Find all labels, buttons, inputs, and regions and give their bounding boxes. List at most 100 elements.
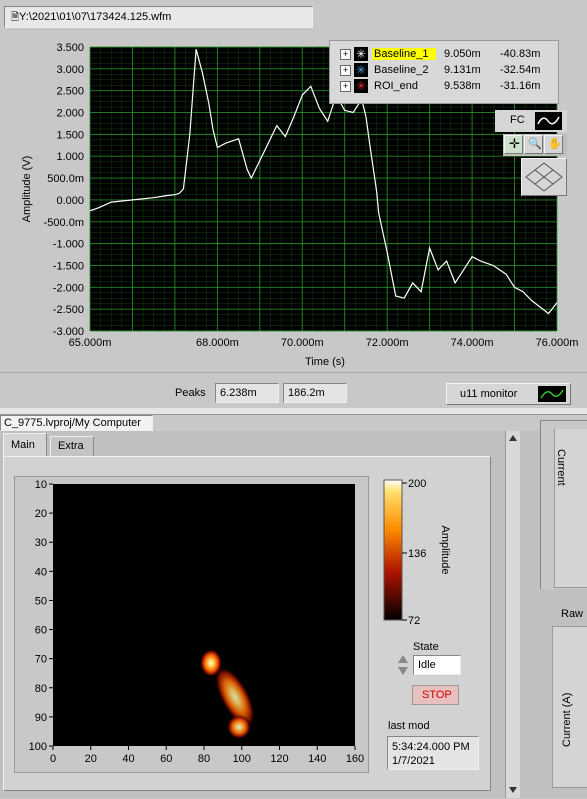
- heatmap-x-tick: 60: [160, 753, 172, 765]
- y-tick-label: -2.000: [53, 282, 84, 294]
- last-mod-value[interactable]: 5:34:24.000 PM 1/7/2021: [387, 736, 479, 770]
- intensity-graph: 10 20 30 40 50 60 70 80 90 100 0 20 40 60 80 100 120 140…: [14, 476, 369, 773]
- vertical-scrollbar[interactable]: [505, 431, 520, 798]
- heatmap-x-tick: 40: [122, 753, 134, 765]
- u11-monitor-button[interactable]: u11 monitor: [446, 383, 571, 405]
- cursor-name[interactable]: ROI_end: [372, 80, 436, 92]
- x-tick-label: 74.000m: [451, 337, 494, 349]
- hand-icon: ✋: [548, 138, 562, 150]
- y-tick-label: 1.500: [56, 129, 84, 141]
- x-tick-label: 65.000m: [69, 337, 112, 349]
- cursor-mover-button[interactable]: [521, 158, 567, 196]
- heatmap-x-tick: 160: [346, 753, 364, 765]
- cursor-tool-button[interactable]: ✛: [504, 135, 523, 154]
- colorbar-svg: 200 136 72 Amplitude: [383, 478, 451, 627]
- heatmap-x-tick: 140: [308, 753, 326, 765]
- right-panel-bottom: Current (A): [552, 626, 587, 788]
- y-tick-label: -500.0m: [44, 217, 84, 229]
- cursor-row[interactable]: + ✳ Baseline_2 9.131m -32.54m: [340, 63, 550, 78]
- scroll-down-button[interactable]: [507, 784, 519, 796]
- heatmap-x-tick: 20: [85, 753, 97, 765]
- x-axis-label: Time (s): [305, 356, 345, 368]
- heatmap-y-tick: 10: [35, 479, 47, 491]
- x-tick-label: 76.000m: [536, 337, 579, 349]
- y-axis-label: Amplitude (V): [21, 156, 33, 223]
- expand-icon[interactable]: +: [340, 49, 351, 60]
- fc-plot-style-button[interactable]: [535, 112, 562, 130]
- x-tick-label: 68.000m: [196, 337, 239, 349]
- current-a-label: Current (A): [561, 692, 573, 747]
- plot-legend: FC: [495, 110, 567, 132]
- last-mod-label: last mod: [388, 720, 430, 732]
- file-path-text: Y:\2021\01\07\173424.125.wfm: [19, 11, 172, 23]
- splitter[interactable]: [0, 408, 587, 415]
- tab-extra-label: Extra: [58, 440, 84, 452]
- cursor-row[interactable]: + ✳ ROI_end 9.538m -31.16m: [340, 79, 550, 94]
- cursor-marker-icon: ✳: [354, 79, 368, 93]
- y-tick-label: -2.500: [53, 304, 84, 316]
- y-tick-label: 500.0m: [47, 173, 84, 185]
- stop-label: STOP: [422, 689, 452, 701]
- heatmap-y-tick: 70: [35, 654, 47, 666]
- cursor-x-value: 9.538m: [444, 80, 481, 92]
- cursor-marker-icon: ✳: [354, 63, 368, 77]
- cursor-x-value: 9.131m: [444, 64, 481, 76]
- stop-button[interactable]: STOP: [412, 685, 459, 705]
- peaks-row: Peaks 6.238m 186.2m u11 monitor: [0, 372, 587, 409]
- state-spinner[interactable]: [397, 654, 409, 676]
- expand-icon[interactable]: +: [340, 65, 351, 76]
- tab-main[interactable]: Main: [3, 433, 47, 458]
- tab-extra[interactable]: Extra: [50, 436, 94, 457]
- y-tick-label: -1.000: [53, 239, 84, 251]
- colorbar-tick-mid: 136: [408, 548, 426, 560]
- file-icon: 🗎: [11, 12, 20, 23]
- intensity-plot-area[interactable]: [53, 484, 355, 746]
- pan-tool-button[interactable]: ✋: [544, 135, 563, 154]
- monitor-plot-icon: [538, 386, 566, 402]
- current-label-top: Current: [555, 449, 567, 486]
- tab-main-label: Main: [11, 439, 35, 451]
- cursor-legend: + ✳ Baseline_1 9.050m -40.83m + ✳ Baseline_2 9.1…: [329, 40, 559, 104]
- cursor-name[interactable]: Baseline_2: [372, 64, 436, 76]
- heatmap-y-tick: 100: [29, 741, 47, 753]
- y-tick-label: 3.500: [56, 42, 84, 54]
- heatmap-y-tick: 40: [35, 566, 47, 578]
- x-tick-label: 72.000m: [366, 337, 409, 349]
- project-bar: C_9775.lvproj/My Computer: [0, 415, 153, 431]
- cursor-y-value: -40.83m: [500, 48, 541, 60]
- cursor-mover-icon: [525, 162, 563, 192]
- heatmap-y-tick: 20: [35, 508, 47, 520]
- colorbar: 200 136 72 Amplitude: [380, 476, 460, 627]
- crosshair-icon: ✛: [509, 136, 520, 151]
- y-tick-label: 1.000: [56, 151, 84, 163]
- colorbar-scale[interactable]: [383, 479, 403, 621]
- heatmap-y-tick: 30: [35, 537, 47, 549]
- peaks-value-2[interactable]: 186.2m: [283, 383, 347, 403]
- heatmap-y-tick: 90: [35, 712, 47, 724]
- cursor-y-value: -32.54m: [500, 64, 541, 76]
- colorbar-tick-max: 200: [408, 478, 426, 490]
- fc-label: FC: [510, 114, 525, 126]
- last-mod-date: 1/7/2021: [392, 755, 435, 767]
- peaks-label: Peaks: [175, 387, 206, 399]
- cursor-name[interactable]: Baseline_1: [372, 48, 436, 60]
- peaks-value-1[interactable]: 6.238m: [215, 383, 279, 403]
- right-panel-top: Current: [540, 420, 587, 589]
- file-path-field[interactable]: 🗎Y:\2021\01\07\173424.125.wfm: [4, 6, 313, 28]
- y-tick-label: 2.000: [56, 108, 84, 120]
- expand-icon[interactable]: +: [340, 81, 351, 92]
- colorbar-label: Amplitude: [439, 526, 451, 575]
- y-tick-label: 3.000: [56, 64, 84, 76]
- cursor-row[interactable]: + ✳ Baseline_1 9.050m -40.83m: [340, 47, 550, 62]
- zoom-tool-button[interactable]: 🔍: [524, 135, 543, 154]
- colorbar-tick-min: 72: [408, 615, 420, 626]
- arrow-down-icon: [509, 787, 517, 793]
- line-style-icon: [537, 116, 560, 125]
- state-value[interactable]: Idle: [413, 655, 461, 675]
- heatmap-x-tick: 120: [270, 753, 288, 765]
- zoom-icon: 🔍: [528, 138, 542, 150]
- heatmap-y-tick: 60: [35, 625, 47, 637]
- cursor-y-value: -31.16m: [500, 80, 541, 92]
- scroll-up-button[interactable]: [507, 432, 519, 444]
- x-tick-label: 70.000m: [281, 337, 324, 349]
